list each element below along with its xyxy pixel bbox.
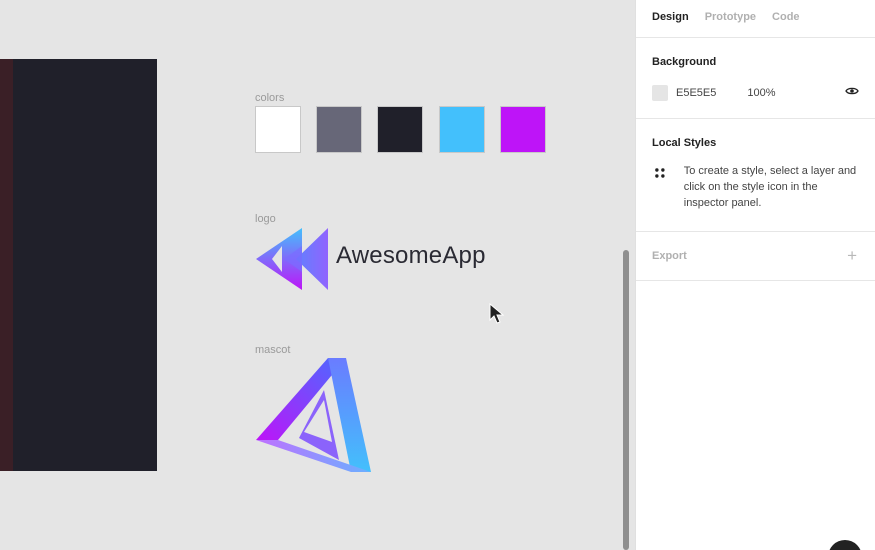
frame-edge	[0, 59, 13, 471]
inspector-panel: Design Prototype Code Background E5E5E5 …	[635, 0, 875, 550]
colors-frame-label[interactable]: colors	[255, 92, 284, 104]
mascot-triangle-icon[interactable]	[254, 356, 376, 474]
tab-prototype[interactable]: Prototype	[705, 11, 756, 37]
local-styles-body: To create a style, select a layer and cl…	[652, 163, 859, 211]
inspector-tabs: Design Prototype Code	[636, 0, 875, 38]
color-swatch-dark[interactable]	[377, 106, 423, 153]
background-opacity-value[interactable]: 100%	[747, 87, 775, 99]
background-hex-value[interactable]: E5E5E5	[676, 87, 716, 99]
color-swatch-blue[interactable]	[439, 106, 485, 153]
plus-icon[interactable]: +	[847, 247, 857, 280]
export-section: Export +	[636, 232, 875, 281]
color-swatch-white[interactable]	[255, 106, 301, 153]
logo-wordmark: AwesomeApp	[336, 242, 486, 269]
dark-frame[interactable]	[0, 59, 157, 471]
color-swatch-gray[interactable]	[316, 106, 362, 153]
tab-design[interactable]: Design	[652, 11, 689, 37]
logo-frame-label[interactable]: logo	[255, 213, 276, 225]
local-styles-title: Local Styles	[652, 137, 717, 149]
background-section: Background E5E5E5 100%	[636, 38, 875, 119]
tab-code[interactable]: Code	[772, 11, 800, 37]
canvas-scrollbar[interactable]	[623, 250, 629, 550]
cursor-arrow-icon	[489, 303, 505, 324]
local-styles-section: Local Styles To create a style, select a…	[636, 119, 875, 232]
mascot-frame-label[interactable]: mascot	[255, 344, 290, 356]
background-color-chip[interactable]	[652, 85, 668, 101]
design-canvas[interactable]: colors logo AwesomeApp mascot	[0, 0, 635, 550]
logo-frame[interactable]: AwesomeApp	[254, 226, 494, 292]
export-title: Export	[652, 250, 687, 262]
style-dots-icon	[655, 168, 665, 178]
eye-icon[interactable]	[845, 86, 859, 96]
logo-mark-icon	[256, 228, 328, 290]
local-styles-hint: To create a style, select a layer and cl…	[683, 165, 857, 209]
background-title: Background	[652, 56, 717, 68]
color-swatch-purple[interactable]	[500, 106, 546, 153]
background-row: E5E5E5 100%	[652, 85, 859, 101]
